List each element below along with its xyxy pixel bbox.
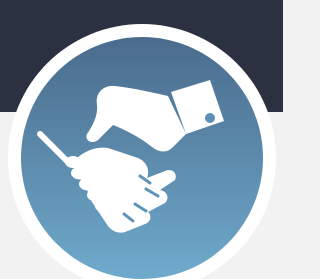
handshake-badge	[8, 24, 276, 279]
badge-disc	[21, 37, 263, 279]
icon-canvas	[0, 0, 283, 279]
cuff-button	[205, 113, 215, 123]
